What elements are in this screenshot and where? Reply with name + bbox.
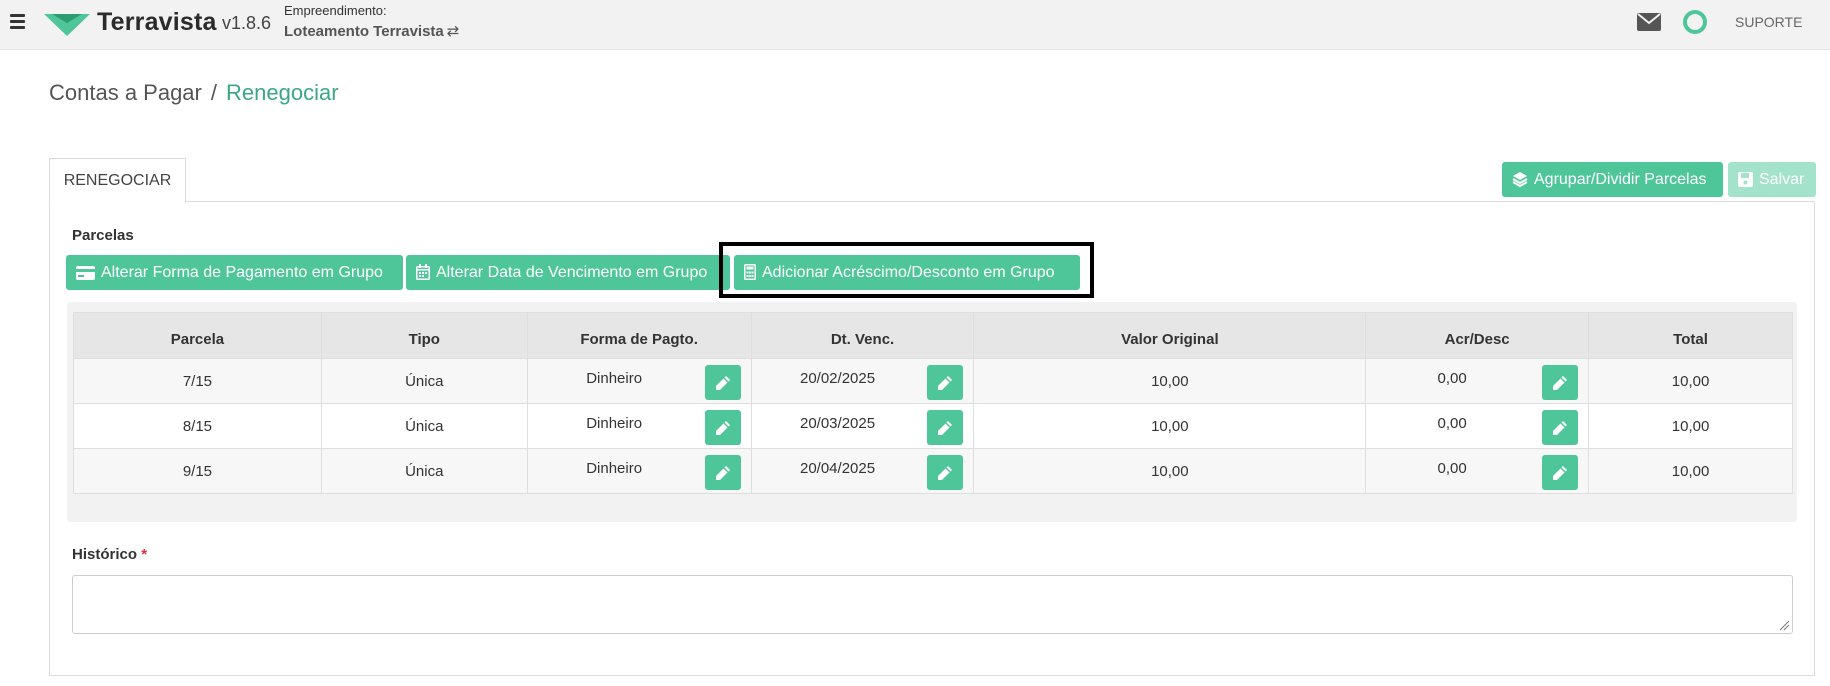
resize-grip-icon[interactable] xyxy=(1779,620,1790,631)
edit-forma-button[interactable] xyxy=(704,455,741,490)
forma-value: Dinheiro xyxy=(586,459,643,477)
cell-tipo: Única xyxy=(320,403,528,449)
group-split-button[interactable]: Agrupar/Dividir Parcelas xyxy=(1502,162,1723,197)
parcelas-label: Parcelas xyxy=(72,227,134,244)
empreendimento-name: Loteamento Terravista xyxy=(284,23,444,40)
cell-acr: 0,00 xyxy=(1365,403,1590,449)
table-row: 8/15 Única Dinheiro 20/03/2025 10,00 0,0… xyxy=(73,403,1793,449)
parcelas-table-container: Parcela Tipo Forma de Pagto. Dt. Venc. V… xyxy=(67,302,1797,522)
alterar-data-vencimento-label: Alterar Data de Vencimento em Grupo xyxy=(436,264,708,281)
parcelas-table: Parcela Tipo Forma de Pagto. Dt. Venc. V… xyxy=(73,312,1793,494)
column-header-parcela: Parcela xyxy=(73,312,322,359)
cell-forma: Dinheiro xyxy=(526,448,752,494)
terravista-logo[interactable] xyxy=(44,12,90,38)
cell-parcela: 7/15 xyxy=(73,358,322,404)
edit-acr-button[interactable] xyxy=(1542,365,1579,400)
calculator-icon xyxy=(744,264,756,280)
adicionar-acrescimo-desconto-button[interactable]: Adicionar Acréscimo/Desconto em Grupo xyxy=(734,255,1080,290)
edit-venc-button[interactable] xyxy=(927,365,964,400)
breadcrumb: Contas a Pagar / Renegociar xyxy=(49,80,339,106)
edit-venc-button[interactable] xyxy=(927,455,964,490)
mail-icon[interactable] xyxy=(1637,13,1661,31)
cell-tipo: Única xyxy=(320,448,528,494)
pencil-icon xyxy=(1553,421,1568,435)
edit-acr-button[interactable] xyxy=(1542,455,1579,490)
alterar-forma-pagamento-button[interactable]: Alterar Forma de Pagamento em Grupo xyxy=(66,255,403,290)
edit-venc-button[interactable] xyxy=(927,410,964,445)
calendar-icon xyxy=(416,264,430,280)
pencil-icon xyxy=(1553,376,1568,390)
table-row: 7/15 Única Dinheiro 20/02/2025 10,00 0,0… xyxy=(73,358,1793,404)
table-header-row: Parcela Tipo Forma de Pagto. Dt. Venc. V… xyxy=(73,312,1793,359)
app-version: v1.8.6 xyxy=(222,13,272,33)
column-header-total: Total xyxy=(1588,312,1793,359)
cell-total: 10,00 xyxy=(1588,358,1793,404)
menu-icon[interactable] xyxy=(10,14,25,30)
tab-renegociar[interactable]: RENEGOCIAR xyxy=(49,158,186,203)
breadcrumb-parent[interactable]: Contas a Pagar xyxy=(49,80,202,105)
edit-forma-button[interactable] xyxy=(704,365,741,400)
pencil-icon xyxy=(938,376,953,390)
group-split-label: Agrupar/Dividir Parcelas xyxy=(1534,171,1707,188)
empreendimento-label: Empreendimento: xyxy=(284,3,387,18)
alterar-data-vencimento-button[interactable]: Alterar Data de Vencimento em Grupo xyxy=(406,255,730,290)
pencil-icon xyxy=(715,466,730,480)
cell-venc: 20/03/2025 xyxy=(750,403,975,449)
column-header-valor-original: Valor Original xyxy=(973,312,1367,359)
column-header-acr-desc: Acr/Desc xyxy=(1365,312,1590,359)
cell-venc: 20/04/2025 xyxy=(750,448,975,494)
table-row: 9/15 Única Dinheiro 20/04/2025 10,00 0,0… xyxy=(73,448,1793,494)
save-button[interactable]: Salvar xyxy=(1728,162,1816,197)
pencil-icon xyxy=(715,376,730,390)
layers-icon xyxy=(1512,172,1528,188)
breadcrumb-separator: / xyxy=(210,80,217,105)
cell-total: 10,00 xyxy=(1588,448,1793,494)
cell-forma: Dinheiro xyxy=(526,403,752,449)
pencil-icon xyxy=(938,466,953,480)
venc-value: 20/02/2025 xyxy=(799,369,876,387)
cell-valor: 10,00 xyxy=(973,448,1367,494)
cell-venc: 20/02/2025 xyxy=(750,358,975,404)
required-asterisk: * xyxy=(141,546,148,563)
swap-icon: ⇄ xyxy=(446,23,460,40)
pencil-icon xyxy=(715,421,730,435)
cell-forma: Dinheiro xyxy=(526,358,752,404)
breadcrumb-current: Renegociar xyxy=(226,80,339,105)
acr-value: 0,00 xyxy=(1437,459,1467,477)
alterar-forma-pagamento-label: Alterar Forma de Pagamento em Grupo xyxy=(101,264,383,281)
credit-card-icon xyxy=(76,266,95,280)
column-header-dt-venc: Dt. Venc. xyxy=(750,312,975,359)
pencil-icon xyxy=(938,421,953,435)
venc-value: 20/03/2025 xyxy=(799,414,876,432)
cell-acr: 0,00 xyxy=(1365,358,1590,404)
top-navbar: Terravista v1.8.6 Empreendimento: Loteam… xyxy=(0,0,1830,50)
support-link[interactable]: SUPORTE xyxy=(1735,14,1802,30)
cell-tipo: Única xyxy=(320,358,528,404)
historico-textarea[interactable] xyxy=(72,575,1793,634)
cell-valor: 10,00 xyxy=(973,403,1367,449)
brand-name[interactable]: Terravista xyxy=(97,8,217,37)
historico-label-text: Histórico xyxy=(72,546,138,563)
edit-forma-button[interactable] xyxy=(704,410,741,445)
adicionar-acrescimo-desconto-label: Adicionar Acréscimo/Desconto em Grupo xyxy=(762,264,1055,281)
forma-value: Dinheiro xyxy=(586,414,643,432)
cell-parcela: 8/15 xyxy=(73,403,322,449)
historico-label: Histórico * xyxy=(72,546,147,563)
forma-value: Dinheiro xyxy=(586,369,643,387)
save-label: Salvar xyxy=(1759,171,1805,188)
cell-valor: 10,00 xyxy=(973,358,1367,404)
acr-value: 0,00 xyxy=(1437,369,1467,387)
empreendimento-switcher[interactable]: Loteamento Terravista ⇄ xyxy=(284,22,459,40)
column-header-forma-pagto: Forma de Pagto. xyxy=(526,312,752,359)
save-icon xyxy=(1738,172,1753,187)
cell-total: 10,00 xyxy=(1588,403,1793,449)
cell-parcela: 9/15 xyxy=(73,448,322,494)
column-header-tipo: Tipo xyxy=(320,312,528,359)
status-indicator-icon[interactable] xyxy=(1683,10,1707,34)
venc-value: 20/04/2025 xyxy=(799,459,876,477)
cell-acr: 0,00 xyxy=(1365,448,1590,494)
pencil-icon xyxy=(1553,466,1568,480)
edit-acr-button[interactable] xyxy=(1542,410,1579,445)
acr-value: 0,00 xyxy=(1437,414,1467,432)
